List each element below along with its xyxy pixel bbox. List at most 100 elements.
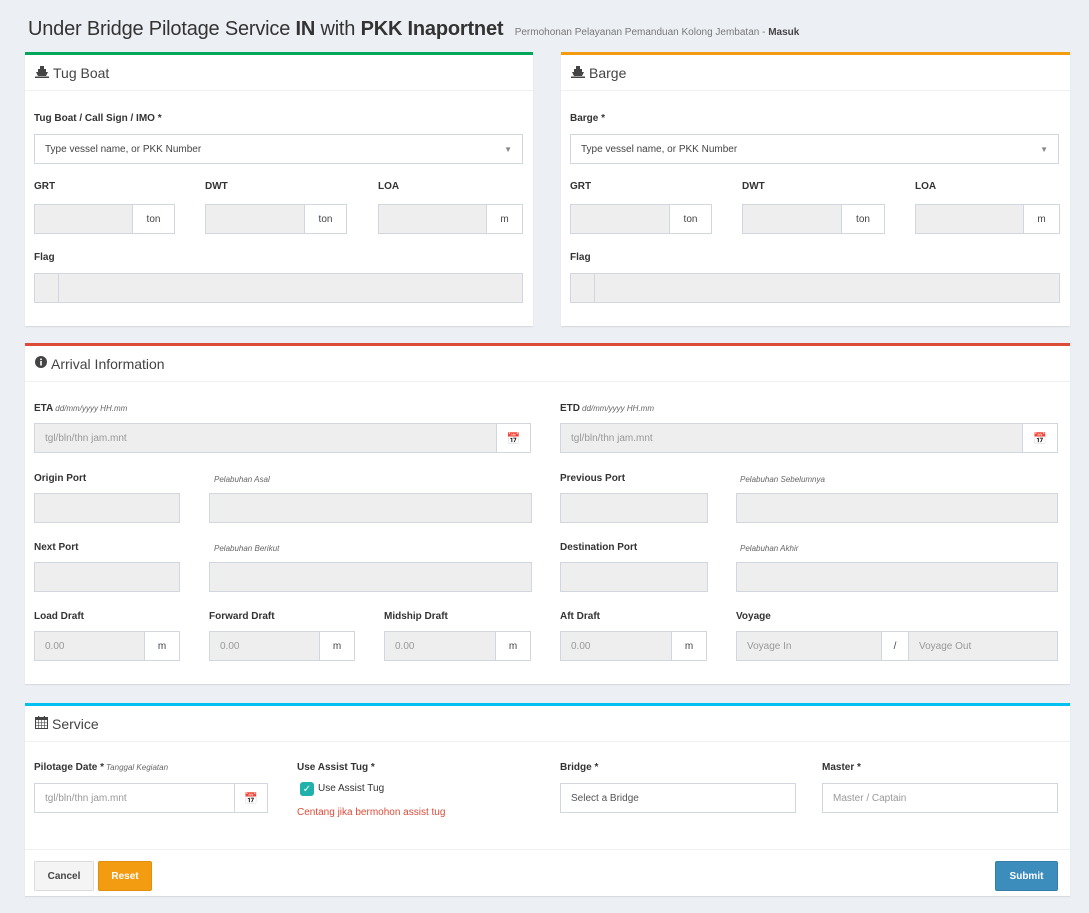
barge-select-label: Barge * bbox=[570, 113, 606, 124]
service-panel: Service Pilotage Date * Tanggal Kegiatan … bbox=[25, 703, 1070, 896]
origin-port-label: Origin Port bbox=[34, 473, 87, 484]
bridge-label: Bridge * bbox=[560, 762, 599, 773]
info-circle-icon bbox=[35, 356, 47, 371]
previous-port-name-field[interactable] bbox=[736, 493, 1058, 523]
barge-flag-field[interactable] bbox=[594, 273, 1060, 303]
barge-grt-unit: ton bbox=[669, 204, 712, 234]
calendar-icon bbox=[35, 715, 48, 732]
tug-boat-title: Tug Boat bbox=[53, 64, 110, 81]
barge-flag-label: Flag bbox=[570, 252, 591, 263]
next-port-label: Next Port bbox=[34, 542, 79, 553]
destination-port-hint: Pelabuhan Akhir bbox=[740, 544, 799, 553]
barge-grt-label: GRT bbox=[570, 181, 592, 192]
destination-port-code-field[interactable] bbox=[560, 562, 708, 592]
service-footer: Cancel Reset Submit bbox=[25, 849, 1070, 899]
next-port-name-field[interactable] bbox=[209, 562, 532, 592]
page-subtitle: Permohonan Pelayanan Pemanduan Kolong Je… bbox=[514, 27, 800, 38]
title-system: PKK Inaportnet bbox=[360, 18, 504, 40]
tug-flag-icon-box bbox=[34, 273, 59, 303]
tug-boat-panel: Tug Boat Tug Boat / Call Sign / IMO * Ty… bbox=[25, 52, 533, 326]
calendar-icon: 📅 bbox=[1033, 432, 1047, 445]
master-label: Master * bbox=[822, 762, 861, 773]
tug-loa-field[interactable] bbox=[378, 204, 487, 234]
forward-draft-field[interactable]: 0.00 bbox=[209, 631, 320, 661]
arrival-title: Arrival Information bbox=[51, 355, 165, 372]
barge-panel: Barge Barge * Type vessel name, or PKK N… bbox=[561, 52, 1070, 326]
tug-flag-label: Flag bbox=[34, 252, 55, 263]
load-draft-field[interactable]: 0.00 bbox=[34, 631, 145, 661]
previous-port-code-field[interactable] bbox=[560, 493, 708, 523]
title-text-with: with bbox=[315, 18, 361, 40]
barge-title: Barge bbox=[589, 64, 627, 81]
etd-input[interactable]: tgl/bln/thn jam.mnt bbox=[560, 423, 1023, 453]
pilotage-date-input[interactable]: tgl/bln/thn jam.mnt bbox=[34, 783, 235, 813]
service-title: Service bbox=[52, 715, 99, 732]
tug-grt-field[interactable] bbox=[34, 204, 133, 234]
tug-select-label: Tug Boat / Call Sign / IMO * bbox=[34, 113, 162, 124]
arrival-information-panel: Arrival Information ETA dd/mm/yyyy HH.mm … bbox=[25, 343, 1070, 684]
reset-button[interactable]: Reset bbox=[98, 861, 152, 891]
barge-grt-field[interactable] bbox=[570, 204, 670, 234]
assist-tug-hint: Centang jika bermohon assist tug bbox=[297, 807, 446, 818]
voyage-in-field[interactable]: Voyage In bbox=[736, 631, 882, 661]
pilotage-date-calendar-button[interactable]: 📅 bbox=[234, 783, 268, 813]
tug-loa-unit: m bbox=[486, 204, 523, 234]
service-header: Service bbox=[25, 706, 1070, 742]
eta-input[interactable]: tgl/bln/thn jam.mnt bbox=[34, 423, 497, 453]
voyage-out-field[interactable]: Voyage Out bbox=[908, 631, 1058, 661]
barge-flag-icon-box bbox=[570, 273, 595, 303]
next-port-code-field[interactable] bbox=[34, 562, 180, 592]
page-title: Under Bridge Pilotage Service IN with PK… bbox=[28, 18, 799, 41]
eta-calendar-button[interactable]: 📅 bbox=[496, 423, 531, 453]
submit-button[interactable]: Submit bbox=[995, 861, 1058, 891]
etd-calendar-button[interactable]: 📅 bbox=[1022, 423, 1058, 453]
tug-select-placeholder: Type vessel name, or PKK Number bbox=[45, 143, 202, 155]
voyage-label: Voyage bbox=[736, 611, 771, 622]
midship-draft-unit: m bbox=[495, 631, 531, 661]
tug-dwt-field[interactable] bbox=[205, 204, 305, 234]
tug-loa-label: LOA bbox=[378, 181, 400, 192]
assist-tug-checkbox-label: Use Assist Tug bbox=[318, 783, 385, 794]
aft-draft-field[interactable]: 0.00 bbox=[560, 631, 672, 661]
barge-dwt-field[interactable] bbox=[742, 204, 842, 234]
eta-label: ETA dd/mm/yyyy HH.mm bbox=[34, 403, 128, 414]
origin-port-hint: Pelabuhan Asal bbox=[214, 475, 270, 484]
ship-icon bbox=[35, 65, 49, 81]
barge-loa-label: LOA bbox=[915, 181, 937, 192]
arrival-header: Arrival Information bbox=[25, 346, 1070, 382]
load-draft-unit: m bbox=[144, 631, 180, 661]
assist-tug-label: Use Assist Tug * bbox=[297, 762, 375, 773]
barge-loa-unit: m bbox=[1023, 204, 1060, 234]
tug-boat-select[interactable]: Type vessel name, or PKK Number ▼ bbox=[34, 134, 523, 164]
forward-draft-unit: m bbox=[319, 631, 355, 661]
forward-draft-label: Forward Draft bbox=[209, 611, 275, 622]
barge-loa-field[interactable] bbox=[915, 204, 1024, 234]
aft-draft-unit: m bbox=[671, 631, 707, 661]
tug-boat-header: Tug Boat bbox=[25, 55, 533, 91]
tug-dwt-label: DWT bbox=[205, 181, 228, 192]
barge-select-placeholder: Type vessel name, or PKK Number bbox=[581, 143, 738, 155]
barge-dwt-unit: ton bbox=[841, 204, 885, 234]
destination-port-name-field[interactable] bbox=[736, 562, 1058, 592]
midship-draft-field[interactable]: 0.00 bbox=[384, 631, 496, 661]
barge-dwt-label: DWT bbox=[742, 181, 765, 192]
tug-flag-field[interactable] bbox=[58, 273, 523, 303]
assist-tug-checkbox[interactable]: ✓ bbox=[300, 782, 314, 796]
origin-port-name-field[interactable] bbox=[209, 493, 532, 523]
tug-grt-unit: ton bbox=[132, 204, 175, 234]
bridge-select[interactable]: Select a Bridge bbox=[560, 783, 796, 813]
next-port-hint: Pelabuhan Berikut bbox=[214, 544, 280, 553]
title-direction: IN bbox=[295, 18, 316, 40]
cancel-button[interactable]: Cancel bbox=[34, 861, 94, 891]
chevron-down-icon: ▼ bbox=[1040, 145, 1048, 154]
ship-icon bbox=[571, 65, 585, 81]
calendar-icon: 📅 bbox=[506, 432, 521, 445]
tug-grt-label: GRT bbox=[34, 181, 56, 192]
barge-select[interactable]: Type vessel name, or PKK Number ▼ bbox=[570, 134, 1059, 164]
tug-dwt-unit: ton bbox=[304, 204, 347, 234]
origin-port-code-field[interactable] bbox=[34, 493, 180, 523]
title-text: Under Bridge Pilotage Service bbox=[28, 18, 296, 40]
chevron-down-icon: ▼ bbox=[504, 145, 512, 154]
previous-port-hint: Pelabuhan Sebelumnya bbox=[740, 475, 825, 484]
master-input[interactable]: Master / Captain bbox=[822, 783, 1058, 813]
